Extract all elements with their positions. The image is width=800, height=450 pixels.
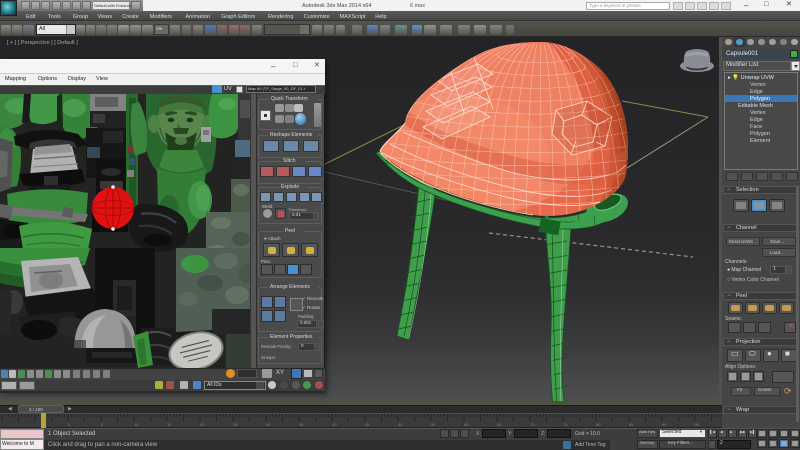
svg-text:30: 30: [266, 422, 271, 427]
svg-text:40: 40: [332, 422, 337, 427]
svg-text:5: 5: [101, 422, 104, 427]
svg-text:50: 50: [398, 422, 403, 427]
svg-text:0: 0: [68, 422, 71, 427]
svg-text:85: 85: [629, 422, 634, 427]
svg-text:10: 10: [134, 422, 139, 427]
svg-text:70: 70: [530, 422, 535, 427]
svg-text:35: 35: [299, 422, 304, 427]
svg-text:90: 90: [662, 422, 667, 427]
svg-text:25: 25: [233, 422, 238, 427]
svg-text:65: 65: [497, 422, 502, 427]
svg-text:75: 75: [563, 422, 568, 427]
svg-text:80: 80: [596, 422, 601, 427]
svg-text:20: 20: [200, 422, 205, 427]
svg-text:45: 45: [365, 422, 370, 427]
svg-text:60: 60: [464, 422, 469, 427]
svg-text:15: 15: [167, 422, 172, 427]
svg-text:95: 95: [695, 422, 700, 427]
svg-text:55: 55: [431, 422, 436, 427]
